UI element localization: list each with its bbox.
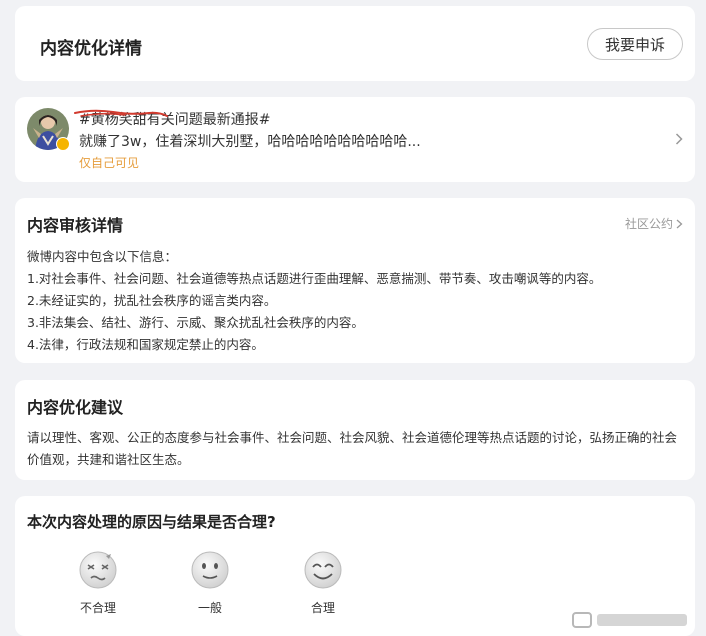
header-card: 内容优化详情 我要申诉 — [15, 6, 695, 81]
red-strike-scribble — [74, 109, 168, 117]
page-title: 内容优化详情 — [40, 39, 142, 59]
feedback-option-neutral[interactable]: 一般 — [180, 550, 240, 616]
review-intro: 微博内容中包含以下信息： — [27, 249, 178, 264]
feedback-option-reasonable[interactable]: 合理 — [293, 550, 353, 616]
visibility-label: 仅自己可见 — [79, 156, 140, 170]
review-body: 微博内容中包含以下信息： 1.对社会事件、社会问题、社会道德等热点话题进行歪曲理… — [27, 246, 685, 356]
suggestion-title: 内容优化建议 — [27, 398, 124, 417]
feedback-question: 本次内容处理的原因与结果是否合理? — [27, 513, 276, 531]
community-rules-link[interactable]: 社区公约 — [625, 215, 683, 232]
feedback-option-label: 不合理 — [79, 601, 116, 615]
post-card[interactable]: #黄杨笑甜有关问题最新通报# 就赚了3w，住着深圳大别墅，哈哈哈哈哈哈哈哈哈哈.… — [15, 97, 695, 182]
feedback-option-label: 合理 — [310, 601, 335, 615]
feedback-option-label: 一般 — [197, 601, 222, 615]
post-text[interactable]: 就赚了3w，住着深圳大别墅，哈哈哈哈哈哈哈哈哈哈... — [79, 131, 421, 151]
appeal-button[interactable]: 我要申诉 — [587, 28, 683, 60]
review-item: 4.法律，行政法规和国家规定禁止的内容。 — [27, 337, 264, 352]
chevron-right-icon[interactable] — [675, 133, 683, 145]
chevron-right-icon — [676, 219, 683, 228]
review-item: 2.未经证实的，扰乱社会秩序的谣言类内容。 — [27, 293, 277, 308]
review-title: 内容审核详情 — [27, 216, 124, 235]
verified-badge-icon — [56, 137, 70, 151]
community-rules-label: 社区公约 — [624, 217, 673, 231]
suggestion-card: 内容优化建议 请以理性、客观、公正的态度参与社会事件、社会问题、社会风貌、社会道… — [15, 380, 695, 480]
neutral-face-icon — [191, 551, 229, 589]
feedback-card: 本次内容处理的原因与结果是否合理? 不合理 一般 合理 — [15, 496, 695, 636]
suggestion-text: 请以理性、客观、公正的态度参与社会事件、社会问题、社会风貌、社会道德伦理等热点话… — [27, 430, 678, 467]
dizzy-face-icon — [79, 551, 117, 589]
review-details-card: 内容审核详情 社区公约 微博内容中包含以下信息： 1.对社会事件、社会问题、社会… — [15, 198, 695, 363]
happy-face-icon — [304, 551, 342, 589]
watermark — [572, 612, 687, 628]
review-item: 3.非法集会、结社、游行、示威、聚众扰乱社会秩序的内容。 — [27, 315, 364, 330]
review-item: 1.对社会事件、社会问题、社会道德等热点话题进行歪曲理解、恶意揣测、带节奏、攻击… — [27, 271, 602, 286]
feedback-option-unreasonable[interactable]: 不合理 — [68, 550, 128, 616]
